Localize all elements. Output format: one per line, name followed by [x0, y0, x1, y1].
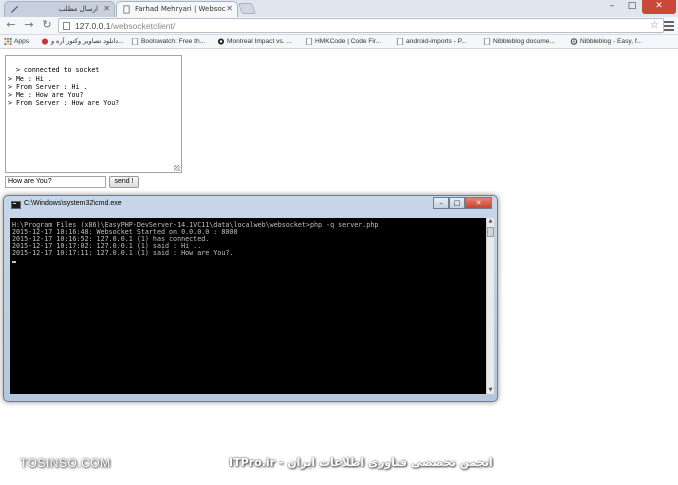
tab-title: ارسال مطلب: [58, 5, 98, 13]
bookmark-vector-downloads[interactable]: دانلود تصاویر وکتور آره و...: [41, 35, 124, 48]
soccer-ball-icon: [217, 38, 225, 45]
new-tab-button[interactable]: [237, 3, 257, 14]
url-text: 127.0.0.1/websocketclient/: [75, 21, 176, 31]
console-output[interactable]: H:\Program Files (x86)\EasyPHP-DevServer…: [10, 218, 486, 394]
watermark-tosinso: TOSINSO.COM: [20, 456, 111, 470]
resize-handle[interactable]: [174, 165, 180, 171]
address-bar[interactable]: 127.0.0.1/websocketclient/ ☆: [58, 18, 664, 33]
bookmark-bootswatch[interactable]: Bootswatch: Free th...: [131, 35, 205, 48]
forward-arrow-icon[interactable]: →: [22, 18, 36, 32]
window-controls: – □ ✕: [602, 0, 676, 14]
send-button[interactable]: send !: [109, 176, 139, 188]
bookmark-hmkcode[interactable]: HMKCode | Code Fir...: [305, 35, 381, 48]
page-icon: [305, 38, 313, 45]
scroll-thumb[interactable]: [487, 227, 494, 237]
reload-icon[interactable]: ↻: [40, 18, 54, 32]
bookmark-nibbleblog-docs[interactable]: Nibbleblog docume...: [483, 35, 555, 48]
page-icon: [131, 38, 139, 45]
cmd-scrollbar[interactable]: ▲ ▼: [486, 218, 494, 394]
cmd-window-controls: – □ ✕: [433, 197, 492, 209]
watermark-itpro: انجمن تخصصی فناوری اطلاعات ایران - ITPro…: [229, 456, 493, 469]
page-icon: [123, 5, 130, 14]
cmd-minimize-button[interactable]: –: [433, 197, 449, 209]
browser-titlebar: ارسال مطلب ✕ Farhad Mehryari | Websoc ✕ …: [0, 0, 678, 17]
console-line: 2015-12-17 10:17:11: 127.0.0.1 (1) said …: [12, 248, 234, 257]
page-icon: [396, 38, 404, 45]
tab-title: Farhad Mehryari | Websoc: [135, 5, 226, 13]
cmd-icon: [11, 201, 21, 209]
page-icon: [63, 22, 70, 30]
bookmark-star-icon[interactable]: ☆: [650, 19, 659, 32]
bookmarks-bar: Apps دانلود تصاویر وکتور آره و... Bootsw…: [0, 35, 678, 49]
tab-websocket-client[interactable]: Farhad Mehryari | Websoc ✕: [116, 1, 238, 17]
cmd-maximize-button[interactable]: □: [449, 197, 465, 209]
pen-icon: [10, 5, 19, 14]
scroll-up-arrow-icon[interactable]: ▲: [487, 218, 494, 225]
gear-icon: [570, 38, 578, 45]
chat-log-text: > connected to socket > Me : Hi . > From…: [8, 66, 120, 108]
bookmark-montreal-impact[interactable]: Montreal Impact vs. ...: [217, 35, 292, 48]
page-icon: [483, 38, 491, 45]
console-cursor: [12, 261, 16, 264]
bookmark-nibbleblog-easy[interactable]: Nibbleblog - Easy, f...: [570, 35, 642, 48]
tab-close-icon[interactable]: ✕: [226, 2, 233, 16]
tab-arsal-matlab[interactable]: ارسال مطلب ✕: [4, 1, 115, 17]
tab-close-icon[interactable]: ✕: [103, 2, 110, 16]
close-window-button[interactable]: ✕: [642, 0, 676, 14]
message-input[interactable]: How are You?: [5, 176, 106, 188]
apps-grid-icon: [4, 38, 12, 45]
chat-log-textarea[interactable]: > connected to socket > Me : Hi . > From…: [5, 55, 182, 173]
minimize-button[interactable]: –: [602, 0, 622, 14]
back-arrow-icon[interactable]: ←: [4, 18, 18, 32]
cmd-close-button[interactable]: ✕: [465, 197, 492, 209]
cmd-window[interactable]: C:\Windows\system32\cmd.exe – □ ✕ H:\Pro…: [3, 195, 498, 402]
bookmark-apps[interactable]: Apps: [4, 35, 29, 48]
bookmark-android-imports[interactable]: android-imports - P...: [396, 35, 467, 48]
scroll-down-arrow-icon[interactable]: ▼: [487, 387, 494, 394]
cmd-window-title: C:\Windows\system32\cmd.exe: [24, 200, 122, 207]
browser-toolbar: ← → ↻ 127.0.0.1/websocketclient/ ☆: [0, 17, 678, 35]
menu-hamburger-icon[interactable]: [664, 19, 674, 31]
maximize-button[interactable]: □: [622, 0, 642, 14]
site-icon: [41, 38, 49, 45]
